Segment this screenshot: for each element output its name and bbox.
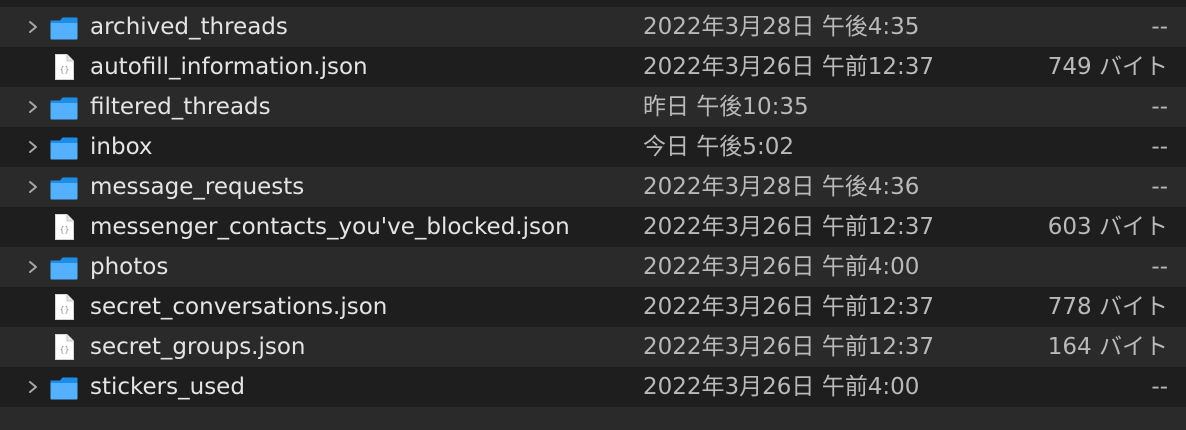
file-row-filtered-threads[interactable]: filtered_threads 昨日 午後10:35 -- [0,87,1186,127]
disclosure-chevron-right-icon[interactable] [26,19,40,35]
file-size: 164 バイト [1047,334,1168,360]
disclosure-chevron-right-icon[interactable] [26,379,40,395]
finder-file-list: archived_threads 2022年3月28日 午後4:35 -- {}… [0,0,1186,430]
file-name[interactable]: inbox [90,127,625,167]
file-name[interactable]: stickers_used [90,367,625,407]
file-name[interactable]: secret_conversations.json [90,287,625,327]
file-name[interactable]: autofill_information.json [90,47,625,87]
folder-icon [49,172,79,202]
file-size: -- [1151,94,1168,120]
file-name[interactable]: secret_groups.json [90,327,625,367]
file-name[interactable]: photos [90,247,625,287]
file-name[interactable]: messenger_contacts_you've_blocked.json [90,207,625,247]
svg-text:{}: {} [60,305,70,314]
folder-icon [49,372,79,402]
folder-icon [49,0,79,2]
file-size: 749 バイト [1047,54,1168,80]
svg-text:{}: {} [60,345,70,354]
file-row-secret-groups[interactable]: {} secret_groups.json 2022年3月26日 午前12:37… [0,327,1186,367]
file-row-archived-threads[interactable]: archived_threads 2022年3月28日 午後4:35 -- [0,7,1186,47]
disclosure-chevron-right-icon[interactable] [26,139,40,155]
partial-top-row[interactable] [0,0,1186,7]
modified-date: 2022年3月26日 午前12:37 [643,334,935,360]
file-name[interactable]: filtered_threads [90,87,625,127]
file-size: -- [1151,14,1168,40]
file-size: -- [1151,174,1168,200]
file-row-stickers-used[interactable]: stickers_used 2022年3月26日 午前4:00 -- [0,367,1186,407]
svg-text:{}: {} [60,225,70,234]
svg-text:{}: {} [60,65,70,74]
json-file-icon: {} [49,52,79,82]
file-row-autofill-information[interactable]: {} autofill_information.json 2022年3月26日 … [0,47,1186,87]
file-size: 778 バイト [1047,294,1168,320]
folder-icon [49,92,79,122]
json-file-icon: {} [49,212,79,242]
disclosure-chevron-right-icon[interactable] [26,179,40,195]
modified-date: 昨日 午後10:35 [643,94,809,120]
file-size: 603 バイト [1047,214,1168,240]
file-row-inbox[interactable]: inbox 今日 午後5:02 -- [0,127,1186,167]
file-size: -- [1151,374,1168,400]
file-row-message-requests[interactable]: message_requests 2022年3月28日 午後4:36 -- [0,167,1186,207]
modified-date: 2022年3月26日 午前12:37 [643,54,935,80]
modified-date: 2022年3月28日 午後4:36 [643,174,920,200]
folder-icon [49,12,79,42]
modified-date: 2022年3月28日 午後4:35 [643,14,920,40]
file-row-photos[interactable]: photos 2022年3月26日 午前4:00 -- [0,247,1186,287]
file-row-messenger-contacts-blocked[interactable]: {} messenger_contacts_you've_blocked.jso… [0,207,1186,247]
folder-icon [49,132,79,162]
empty-list-space [0,407,1186,430]
file-name[interactable]: archived_threads [90,7,625,47]
file-size: -- [1151,134,1168,160]
file-row-secret-conversations[interactable]: {} secret_conversations.json 2022年3月26日 … [0,287,1186,327]
folder-icon [49,252,79,282]
json-file-icon: {} [49,292,79,322]
modified-date: 2022年3月26日 午前4:00 [643,374,920,400]
json-file-icon: {} [49,332,79,362]
modified-date: 2022年3月26日 午前12:37 [643,294,935,320]
file-name[interactable]: message_requests [90,167,625,207]
file-size: -- [1151,254,1168,280]
disclosure-chevron-right-icon[interactable] [26,99,40,115]
disclosure-chevron-right-icon[interactable] [26,259,40,275]
modified-date: 2022年3月26日 午前12:37 [643,214,935,240]
modified-date: 今日 午後5:02 [643,134,794,160]
modified-date: 2022年3月26日 午前4:00 [643,254,920,280]
